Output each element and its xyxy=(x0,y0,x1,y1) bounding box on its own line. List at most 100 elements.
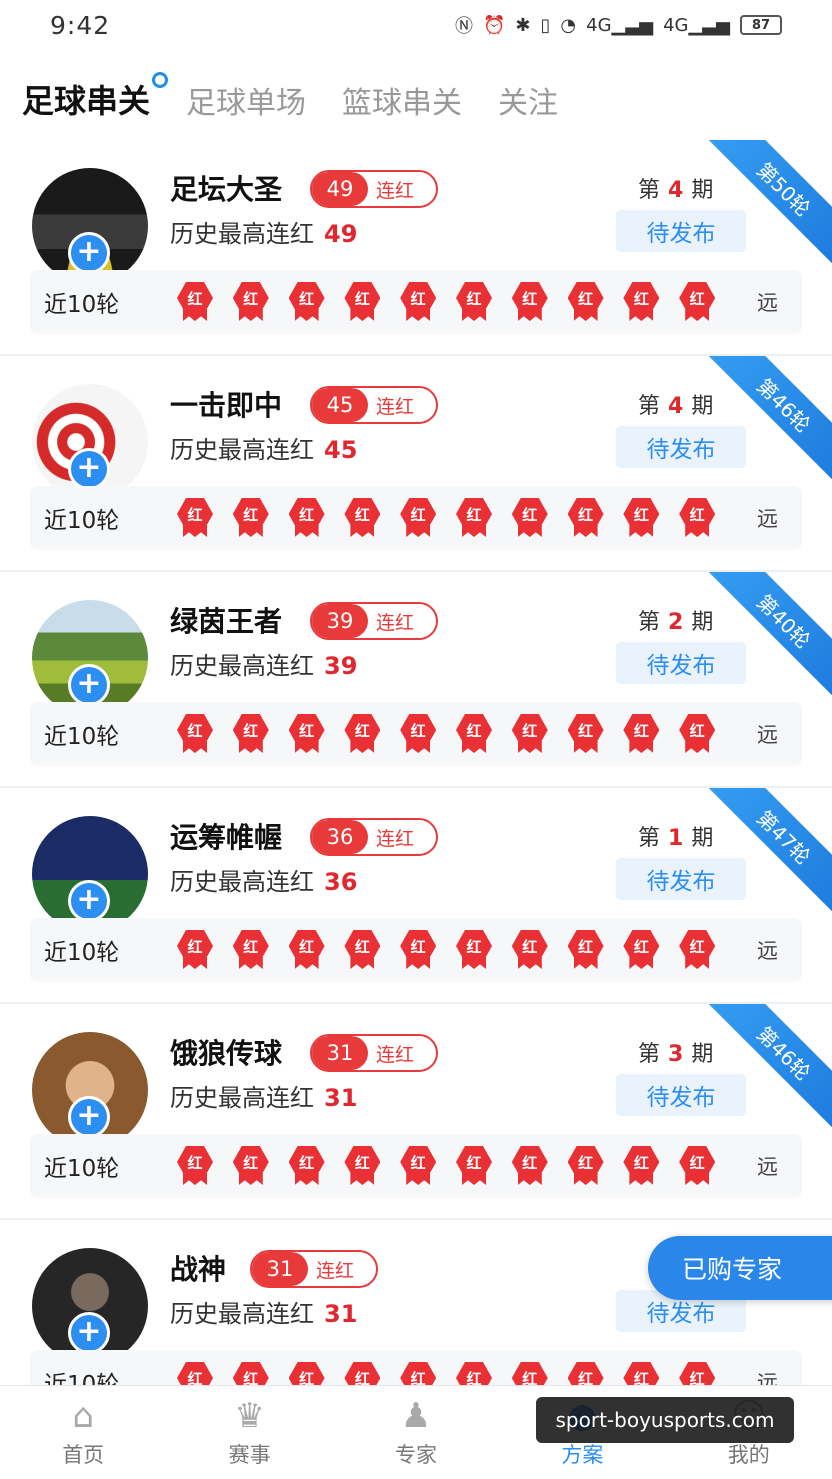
tab-follow[interactable]: 关注 xyxy=(498,78,558,138)
expert-card[interactable]: + 绿茵王者 39 连红 历史最高连红 39 第 2 期待发布 第40轮 近10轮红红红红红红红红红… xyxy=(0,572,832,788)
tab-basketball-parlay[interactable]: 篮球串关 xyxy=(342,78,462,138)
recent-more[interactable]: 远 xyxy=(757,1367,778,1385)
history-label: 历史最高连红 xyxy=(170,220,314,248)
tab-football-parlay[interactable]: 足球串关 xyxy=(22,72,169,138)
result-marks: 红红红红红红红红红红 xyxy=(174,930,718,970)
red-result-icon: 红 xyxy=(341,930,383,970)
follow-plus-button[interactable]: + xyxy=(68,448,110,490)
round-ribbon: 第46轮 xyxy=(696,1004,832,1141)
history-value: 49 xyxy=(324,220,358,248)
expert-card[interactable]: + 足坛大圣 49 连红 历史最高连红 49 第 4 期待发布 第50轮 近10轮红红红红红红红红红… xyxy=(0,140,832,356)
red-result-icon: 红 xyxy=(174,714,216,754)
red-result-icon: 红 xyxy=(230,1362,272,1385)
expert-name: 绿茵王者 xyxy=(170,605,283,638)
history-label: 历史最高连红 xyxy=(170,652,314,680)
expert-name: 运筹帷幄 xyxy=(170,821,283,854)
red-result-icon: 红 xyxy=(620,714,662,754)
follow-plus-button[interactable]: + xyxy=(68,664,110,706)
pending-publish-button[interactable]: 待发布 xyxy=(616,1074,746,1116)
period-number: 4 xyxy=(668,394,684,419)
expert-name: 战神 xyxy=(170,1253,227,1286)
home-icon: ⌂ xyxy=(72,1395,94,1436)
recent-label: 近10轮 xyxy=(44,292,120,318)
follow-plus-button[interactable]: + xyxy=(68,1312,110,1354)
purchased-experts-button[interactable]: 已购专家 xyxy=(648,1236,832,1300)
period-number: 4 xyxy=(668,178,684,203)
red-result-icon: 红 xyxy=(676,1362,718,1385)
tab-football-single[interactable]: 足球单场 xyxy=(186,78,306,138)
round-ribbon: 第50轮 xyxy=(696,140,832,277)
history-value: 31 xyxy=(324,1300,358,1328)
streak-badge: 31 连红 xyxy=(310,1034,438,1072)
recent-more[interactable]: 远 xyxy=(757,503,778,533)
result-marks: 红红红红红红红红红红 xyxy=(174,282,718,322)
recent-results[interactable]: 近10轮红红红红红红红红红红远 xyxy=(30,702,802,766)
wifi-icon: ◔ xyxy=(560,14,577,36)
recent-results[interactable]: 近10轮红红红红红红红红红红远 xyxy=(30,1134,802,1198)
history-max-streak: 历史最高连红 49 xyxy=(170,214,357,249)
recent-more[interactable]: 远 xyxy=(757,287,778,317)
period-info: 第4期 xyxy=(638,178,714,203)
history-max-streak: 历史最高连红 39 xyxy=(170,646,357,681)
red-result-icon: 红 xyxy=(230,1146,272,1186)
expert-card[interactable]: + 一击即中 45 连红 历史最高连红 45 第 4 期待发布 第46轮 近10轮红红红红红红红红红… xyxy=(0,356,832,572)
pending-publish-button[interactable]: 待发布 xyxy=(616,426,746,468)
nav-item-2[interactable]: ♟ 专家 xyxy=(333,1386,499,1479)
red-result-icon: 红 xyxy=(620,930,662,970)
red-result-icon: 红 xyxy=(341,282,383,322)
red-result-icon: 红 xyxy=(286,498,328,538)
period-info: 第3期 xyxy=(638,1042,714,1067)
red-result-icon: 红 xyxy=(453,1362,495,1385)
streak-count: 45 xyxy=(312,388,368,422)
recent-more[interactable]: 远 xyxy=(757,1151,778,1181)
expert-card[interactable]: + 饿狼传球 31 连红 历史最高连红 31 第 3 期待发布 第46轮 近10轮红红红红红红红红红… xyxy=(0,1004,832,1220)
streak-count: 31 xyxy=(312,1036,368,1070)
streak-badge: 39 连红 xyxy=(310,602,438,640)
follow-plus-button[interactable]: + xyxy=(68,232,110,274)
red-result-icon: 红 xyxy=(620,498,662,538)
red-result-icon: 红 xyxy=(453,714,495,754)
red-result-icon: 红 xyxy=(509,498,551,538)
nav-label: 方案 xyxy=(561,1442,604,1467)
nav-label: 我的 xyxy=(727,1442,770,1467)
follow-plus-button[interactable]: + xyxy=(68,880,110,922)
nav-item-1[interactable]: ♛ 赛事 xyxy=(166,1386,332,1479)
recent-results[interactable]: 近10轮红红红红红红红红红红远 xyxy=(30,486,802,550)
recent-results[interactable]: 近10轮 红红红红红红红红红红 远 xyxy=(30,270,802,334)
streak-label: 连红 xyxy=(376,611,415,634)
streak-count: 36 xyxy=(312,820,368,854)
recent-more[interactable]: 远 xyxy=(757,719,778,749)
streak-count: 31 xyxy=(252,1252,308,1286)
expert-card[interactable]: + 运筹帷幄 36 连红 历史最高连红 36 第 1 期待发布 第47轮 近10轮红红红红红红红红红… xyxy=(0,788,832,1004)
red-result-icon: 红 xyxy=(286,282,328,322)
recent-results[interactable]: 近10轮红红红红红红红红红红远 xyxy=(30,918,802,982)
pending-publish-button[interactable]: 待发布 xyxy=(616,642,746,684)
streak-label: 连红 xyxy=(376,1043,415,1066)
nav-label: 赛事 xyxy=(228,1442,271,1467)
history-label: 历史最高连红 xyxy=(170,1084,314,1112)
red-result-icon: 红 xyxy=(565,1146,607,1186)
history-max-streak: 历史最高连红 31 xyxy=(170,1294,357,1329)
recent-results[interactable]: 近10轮红红红红红红红红红红远 xyxy=(30,1350,802,1385)
red-result-icon: 红 xyxy=(509,714,551,754)
recent-more[interactable]: 远 xyxy=(757,935,778,965)
streak-label: 连红 xyxy=(316,1259,355,1282)
history-max-streak: 历史最高连红 45 xyxy=(170,430,357,465)
red-result-icon: 红 xyxy=(341,714,383,754)
tab-indicator-dot xyxy=(152,72,169,88)
expert-name: 足坛大圣 xyxy=(170,173,283,206)
expert-icon: ♟ xyxy=(400,1395,432,1436)
follow-plus-button[interactable]: + xyxy=(68,1096,110,1138)
red-result-icon: 红 xyxy=(565,1362,607,1385)
red-result-icon: 红 xyxy=(174,1362,216,1385)
vibrate-icon: ▯ xyxy=(540,14,551,36)
expert-name: 饿狼传球 xyxy=(170,1037,283,1070)
pending-publish-button[interactable]: 待发布 xyxy=(616,858,746,900)
watermark: sport-boyusports.com xyxy=(536,1397,794,1443)
pending-publish-button[interactable]: 待发布 xyxy=(616,210,746,252)
red-result-icon: 红 xyxy=(620,282,662,322)
red-result-icon: 红 xyxy=(565,930,607,970)
red-result-icon: 红 xyxy=(174,1146,216,1186)
streak-badge: 49 连红 xyxy=(310,170,438,208)
nav-item-0[interactable]: ⌂ 首页 xyxy=(0,1386,166,1479)
